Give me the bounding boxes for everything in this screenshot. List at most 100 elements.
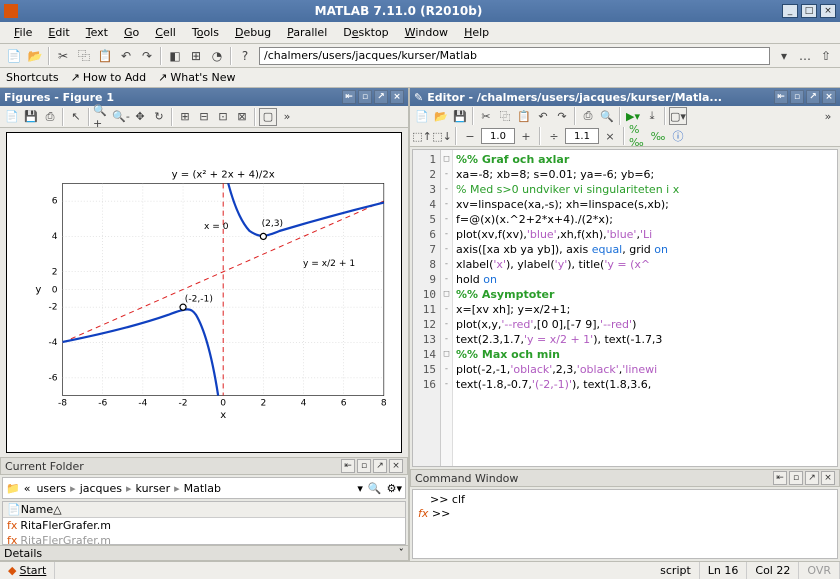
fig-print-icon[interactable]: ⎙: [41, 108, 59, 126]
cell-increment[interactable]: [481, 128, 515, 144]
stack-icon[interactable]: ▢▾: [669, 107, 687, 125]
tile-icon[interactable]: ⊞: [176, 108, 194, 126]
editor-min-icon[interactable]: ▫: [790, 90, 804, 104]
menu-tools[interactable]: Tools: [184, 24, 227, 41]
cell-multiply[interactable]: [565, 128, 599, 144]
menu-debug[interactable]: Debug: [227, 24, 279, 41]
figures-dock-icon[interactable]: ⇤: [342, 90, 356, 104]
ed-cut-icon[interactable]: ✂: [477, 107, 495, 125]
ed-paste-icon[interactable]: 📋: [515, 107, 533, 125]
menu-desktop[interactable]: Desktop: [335, 24, 396, 41]
code-area[interactable]: 12345678910111213141516 □--------□---□--…: [412, 149, 838, 467]
menu-parallel[interactable]: Parallel: [279, 24, 335, 41]
ed-print-icon[interactable]: ⎙: [579, 107, 597, 125]
plus-icon[interactable]: +: [517, 127, 535, 145]
rotate-icon[interactable]: ↻: [150, 108, 168, 126]
editor-dock-icon[interactable]: ⇤: [774, 90, 788, 104]
cmd-close-icon[interactable]: ×: [821, 471, 835, 485]
shortcuts-bar: Shortcuts ↗ How to Add ↗ What's New: [0, 68, 840, 88]
guide-icon[interactable]: ⊞: [186, 46, 206, 66]
divide-icon[interactable]: ÷: [545, 127, 563, 145]
ed-find-icon[interactable]: 🔍: [598, 107, 616, 125]
editor-close-icon[interactable]: ×: [822, 90, 836, 104]
times-icon[interactable]: ×: [601, 127, 619, 145]
fig-save-icon[interactable]: 💾: [22, 108, 40, 126]
menu-help[interactable]: Help: [456, 24, 497, 41]
breadcrumb[interactable]: 📁« users▸ jacques▸ kurser▸ Matlab ▾ 🔍 ⚙▾: [2, 477, 406, 499]
figures-max-icon[interactable]: ↗: [374, 90, 388, 104]
svg-text:0: 0: [52, 286, 58, 296]
up-folder-icon[interactable]: ⇧: [816, 46, 836, 66]
pan-icon[interactable]: ✥: [131, 108, 149, 126]
menu-go[interactable]: Go: [116, 24, 147, 41]
cf-close-icon[interactable]: ×: [389, 459, 403, 473]
list-item[interactable]: fxRitaFlerGrafer.m: [3, 533, 405, 545]
ed-redo-icon[interactable]: ↷: [553, 107, 571, 125]
ed-copy-icon[interactable]: ⿻: [496, 107, 514, 125]
cf-min-icon[interactable]: ▫: [357, 459, 371, 473]
file-list[interactable]: 📄 Name △ fxRitaFlerGrafer.m fxRitaFlerGr…: [2, 501, 406, 545]
list-item[interactable]: fxRitaFlerGrafer.m: [3, 518, 405, 533]
menu-window[interactable]: Window: [397, 24, 456, 41]
fig-new-icon[interactable]: 📄: [3, 108, 21, 126]
menu-edit[interactable]: Edit: [40, 24, 77, 41]
menu-cell[interactable]: Cell: [147, 24, 184, 41]
start-button[interactable]: ◆Start: [0, 562, 55, 579]
figures-min-icon[interactable]: ▫: [358, 90, 372, 104]
zoom-in-icon[interactable]: 🔍+: [93, 108, 111, 126]
cell-next-icon[interactable]: ⬚↓: [433, 127, 451, 145]
svg-text:2: 2: [260, 399, 266, 409]
whats-new-link[interactable]: ↗ What's New: [158, 71, 235, 84]
tile3-icon[interactable]: ⊡: [214, 108, 232, 126]
ed-save-icon[interactable]: 💾: [451, 107, 469, 125]
undo-icon[interactable]: ↶: [116, 46, 136, 66]
cut-icon[interactable]: ✂: [53, 46, 73, 66]
plot-svg[interactable]: 642 0-2-4-6 -8-6-4 -202 468 y = (x² + 2x…: [6, 132, 402, 453]
path-dropdown-icon[interactable]: ▾: [774, 46, 794, 66]
profiler-icon[interactable]: ◔: [207, 46, 227, 66]
menu-text[interactable]: Text: [78, 24, 116, 41]
cmd-dock-icon[interactable]: ⇤: [773, 471, 787, 485]
cell-info-icon[interactable]: ⓘ: [669, 127, 687, 145]
svg-text:0: 0: [220, 399, 226, 409]
menu-file[interactable]: File: [6, 24, 40, 41]
gear-icon[interactable]: ⚙▾: [387, 482, 402, 495]
simulink-icon[interactable]: ◧: [165, 46, 185, 66]
zoom-out-icon[interactable]: 🔍-: [112, 108, 130, 126]
how-to-add-link[interactable]: ↗ How to Add: [71, 71, 147, 84]
ed-open-icon[interactable]: 📂: [432, 107, 450, 125]
minimize-button[interactable]: _: [782, 4, 798, 18]
new-icon[interactable]: 📄: [4, 46, 24, 66]
tile2-icon[interactable]: ⊟: [195, 108, 213, 126]
details-header[interactable]: Detailsˇ: [0, 545, 408, 561]
pointer-icon[interactable]: ↖: [67, 108, 85, 126]
maximize-button[interactable]: □: [801, 4, 817, 18]
ed-new-icon[interactable]: 📄: [413, 107, 431, 125]
cell-break-icon[interactable]: ‰: [649, 127, 667, 145]
cf-dock-icon[interactable]: ⇤: [341, 459, 355, 473]
figures-close-icon[interactable]: ×: [390, 90, 404, 104]
editor-max-icon[interactable]: ↗: [806, 90, 820, 104]
browse-folder-icon[interactable]: …: [795, 46, 815, 66]
open-icon[interactable]: 📂: [25, 46, 45, 66]
svg-text:-8: -8: [58, 399, 67, 409]
paste-icon[interactable]: 📋: [95, 46, 115, 66]
ed-undo-icon[interactable]: ↶: [534, 107, 552, 125]
fig-more-icon[interactable]: »: [278, 108, 296, 126]
cell-prev-icon[interactable]: ⬚↑: [413, 127, 431, 145]
ed-more-icon[interactable]: »: [819, 107, 837, 125]
cmd-min-icon[interactable]: ▫: [789, 471, 803, 485]
tile4-icon[interactable]: ⊠: [233, 108, 251, 126]
cf-max-icon[interactable]: ↗: [373, 459, 387, 473]
copy-icon[interactable]: ⿻: [74, 46, 94, 66]
close-button[interactable]: ×: [820, 4, 836, 18]
current-folder-path[interactable]: [259, 47, 770, 65]
cmd-max-icon[interactable]: ↗: [805, 471, 819, 485]
command-window[interactable]: >> clf fx >>: [412, 489, 838, 559]
col-name[interactable]: Name: [21, 503, 53, 516]
redo-icon[interactable]: ↷: [137, 46, 157, 66]
help-icon[interactable]: ?: [235, 46, 255, 66]
cell-mode-icon[interactable]: %‰: [629, 127, 647, 145]
minus-icon[interactable]: −: [461, 127, 479, 145]
maximize-fig-icon[interactable]: ▢: [259, 108, 277, 126]
